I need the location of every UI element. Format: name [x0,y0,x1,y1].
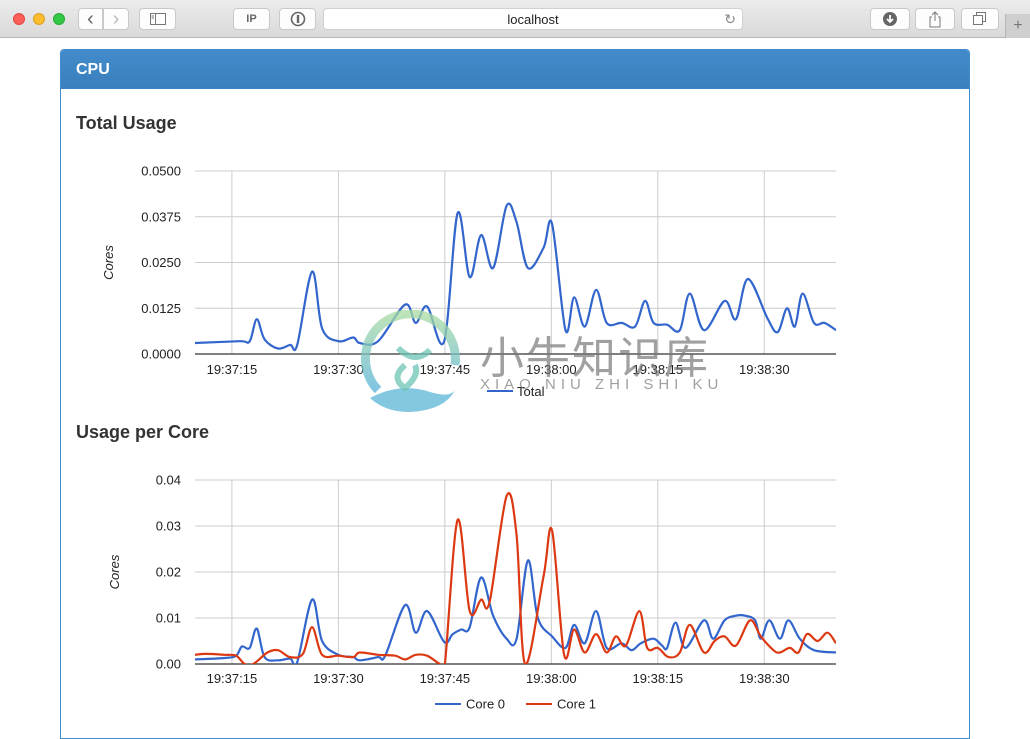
legend-label: Core 0 [466,697,505,712]
x-tick-label: 19:38:15 [633,671,684,686]
y-tick-label: 0.03 [156,519,181,534]
x-tick-label: 19:38:30 [739,671,790,686]
y-tick-label: 0.04 [156,473,181,488]
x-tick-label: 19:38:00 [526,671,577,686]
x-tick-label: 19:37:45 [420,671,471,686]
y-axis-label: Cores [107,554,122,589]
legend-label: Core 1 [557,697,596,712]
y-tick-label: 0.02 [156,565,181,580]
series-line-core-1 [195,492,836,664]
usage-per-core-chart: 0.00 0.01 0.02 0.03 0.04 19:37:15 19:37:30 19:3… [107,473,836,712]
x-tick-label: 19:37:30 [313,671,364,686]
series-line-core-0 [195,559,836,664]
y-tick-label: 0.00 [156,657,181,672]
y-tick-label: 0.01 [156,611,181,626]
x-tick-label: 19:37:15 [207,671,258,686]
